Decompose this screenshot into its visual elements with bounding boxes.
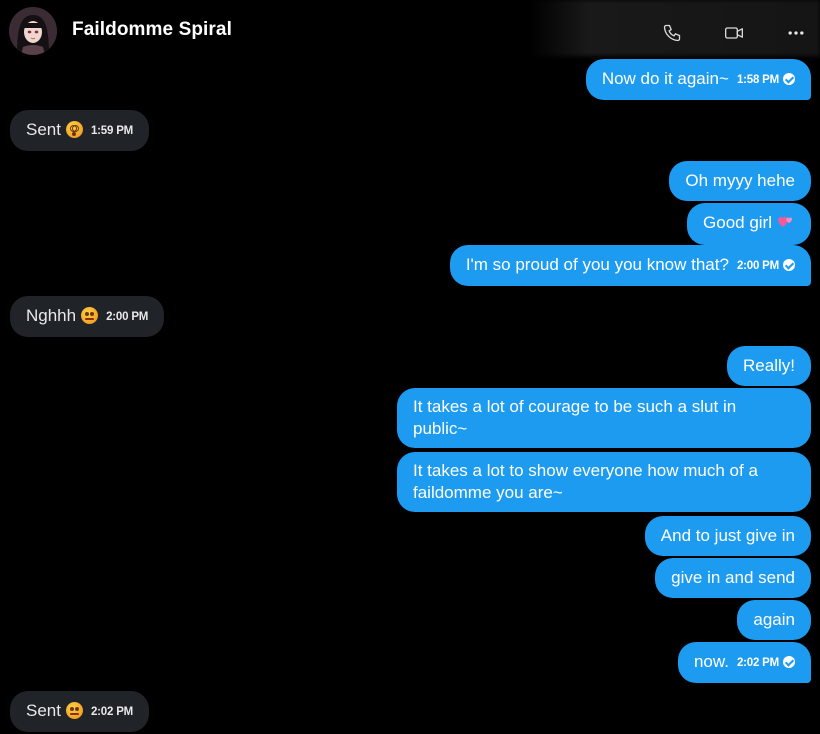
- message-bubble-incoming[interactable]: Sent 2:02 PM: [10, 691, 150, 732]
- message-text: And to just give in: [660, 526, 795, 545]
- drooling-face-icon: [65, 702, 83, 719]
- contact-name[interactable]: Faildomme Spiral: [72, 19, 232, 41]
- dizzy-face-icon: [65, 121, 83, 138]
- message-text: Sent: [26, 120, 61, 139]
- message-bubble-outgoing[interactable]: now. 2:02 PM: [677, 642, 811, 683]
- chat-header: Faildomme Spiral: [0, 0, 820, 62]
- message-text: Now do it again~: [601, 69, 729, 88]
- two-hearts-icon: [777, 214, 795, 236]
- message-time: 1:58 PM: [736, 74, 779, 86]
- more-icon[interactable]: [771, 8, 820, 58]
- message-bubble-outgoing[interactable]: It takes a lot of courage to be such a s…: [397, 388, 811, 448]
- message-text: Sent: [26, 701, 61, 720]
- message-time: 1:59 PM: [90, 125, 134, 137]
- message-text: again: [753, 610, 795, 629]
- message-text: It takes a lot of courage to be such a s…: [413, 397, 737, 438]
- message-bubble-outgoing[interactable]: It takes a lot to show everyone how much…: [397, 452, 811, 512]
- message-text: It takes a lot to show everyone how much…: [413, 461, 758, 502]
- message-text: Good girl: [703, 213, 772, 232]
- message-text: Oh myyy hehe: [685, 171, 795, 190]
- phone-icon[interactable]: [647, 8, 697, 58]
- message-time: 2:02 PM: [90, 706, 134, 718]
- read-check-icon: [783, 656, 795, 668]
- read-check-icon: [783, 259, 795, 271]
- message-bubble-outgoing[interactable]: Oh myyy hehe: [669, 161, 811, 201]
- message-bubble-outgoing[interactable]: I'm so proud of you you know that? 2:00 P…: [449, 245, 811, 286]
- drooling-face-icon: [81, 307, 99, 324]
- message-time: 2:00 PM: [736, 260, 779, 272]
- message-bubble-outgoing[interactable]: give in and send: [655, 558, 811, 598]
- message-text: I'm so proud of you you know that?: [465, 255, 729, 274]
- video-icon[interactable]: [709, 8, 759, 58]
- message-bubble-incoming[interactable]: Sent 1:59 PM: [10, 110, 150, 151]
- message-text: give in and send: [671, 568, 795, 587]
- read-check-icon: [783, 73, 795, 85]
- contact-avatar[interactable]: [9, 7, 57, 55]
- message-bubble-outgoing[interactable]: again: [737, 600, 811, 640]
- message-time: 2:02 PM: [736, 657, 779, 669]
- message-bubble-outgoing[interactable]: Good girl: [687, 203, 811, 245]
- message-bubble-outgoing[interactable]: Now do it again~ 1:58 PM: [585, 59, 811, 100]
- message-bubble-outgoing[interactable]: Really!: [727, 346, 811, 386]
- message-text: Nghhh: [26, 306, 77, 325]
- message-bubble-incoming[interactable]: Nghhh 2:00 PM: [10, 296, 165, 337]
- message-text: now.: [693, 652, 729, 671]
- message-time: 2:00 PM: [106, 311, 149, 323]
- message-bubble-outgoing[interactable]: And to just give in: [644, 516, 811, 556]
- message-text: Really!: [743, 356, 795, 375]
